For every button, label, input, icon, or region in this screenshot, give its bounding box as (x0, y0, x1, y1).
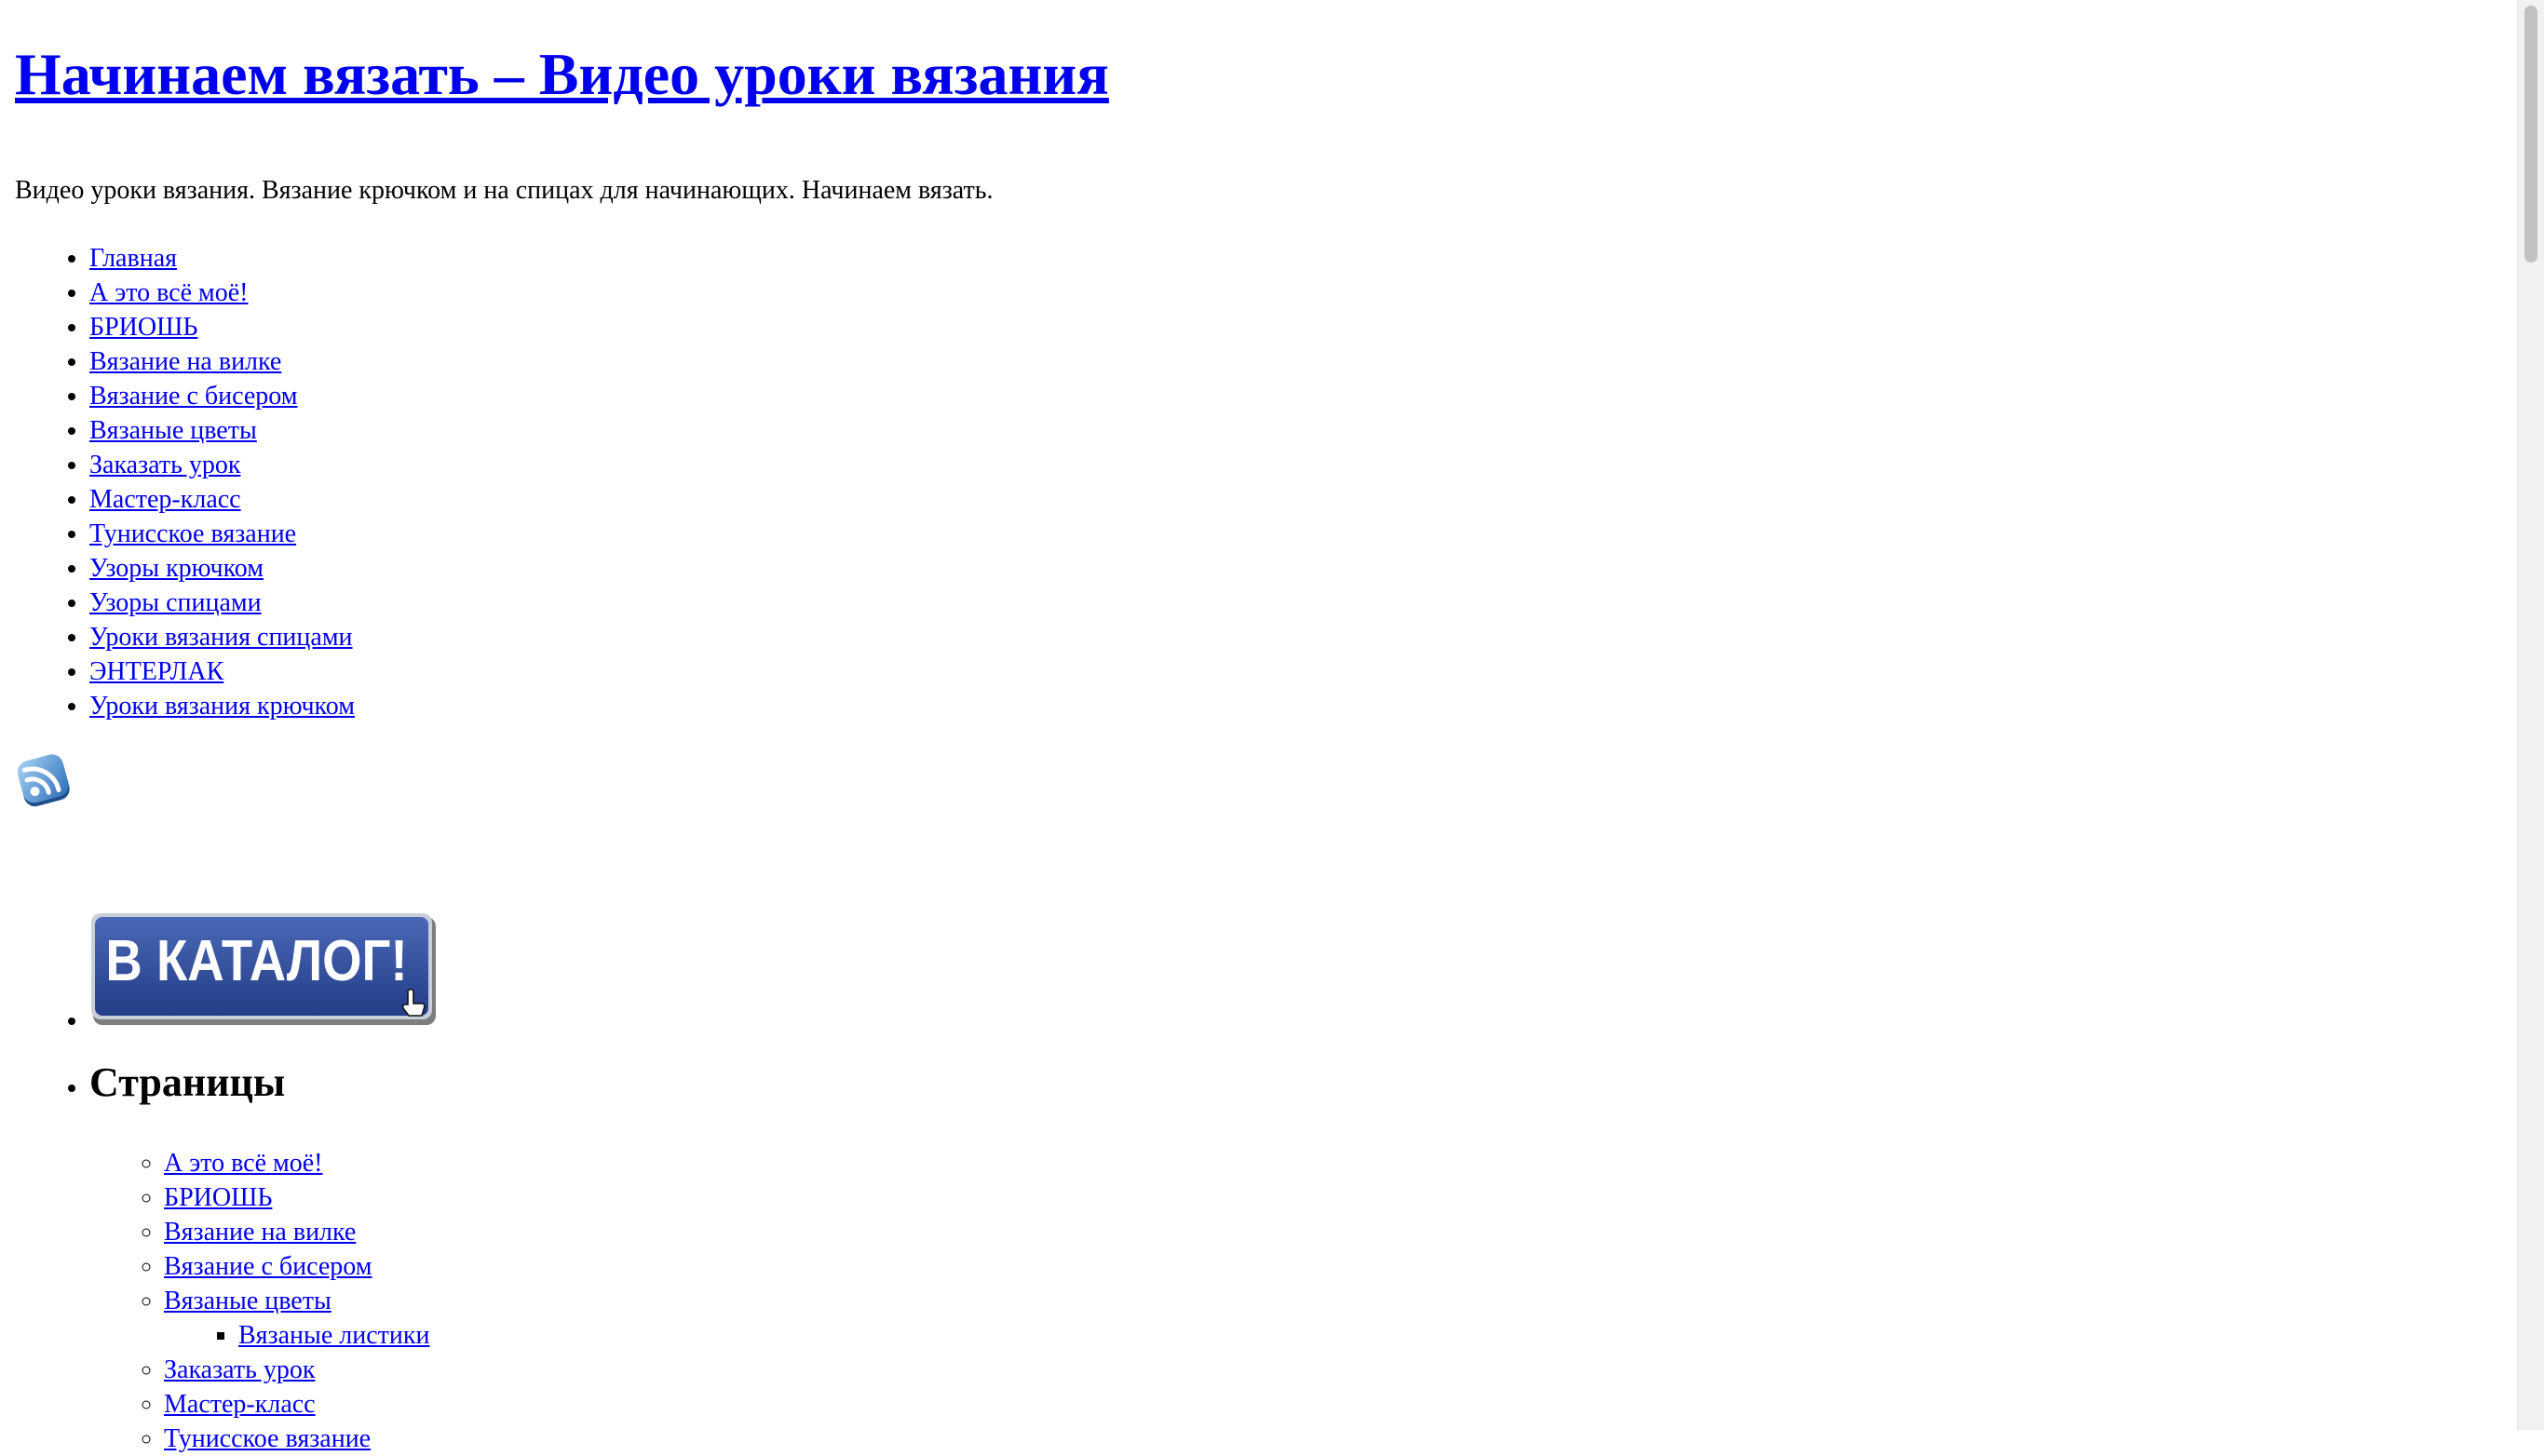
page-link-fork[interactable]: Вязание на вилке (164, 1218, 356, 1247)
list-item: А это всё моё! (164, 1146, 2510, 1180)
pages-list: А это всё моё! БРИОШЬ Вязание на вилке В… (89, 1146, 2510, 1456)
site-title: Начинаем вязать – Видео уроки вязания (15, 37, 2510, 112)
scrollbar-thumb[interactable] (2524, 6, 2537, 263)
pages-widget-title: Страницы (89, 1059, 286, 1105)
menu-link-flowers[interactable]: Вязаные цветы (89, 416, 257, 445)
menu-link-entrelac[interactable]: ЭНТЕРЛАК (89, 657, 223, 686)
list-item: Вязаные цветы Вязаные листики (164, 1284, 2510, 1353)
widget-pages: Страницы А это всё моё! БРИОШЬ Вязание н… (89, 1057, 2510, 1456)
list-item: Заказать урок (164, 1353, 2510, 1387)
catalog-banner-image: В КАТАЛОГ! (91, 913, 436, 1025)
menu-item: Вязаные цветы (89, 413, 2510, 448)
menu-item: БРИОШЬ (89, 310, 2510, 344)
menu-link-home[interactable]: Главная (89, 244, 177, 273)
menu-item: Заказать урок (89, 448, 2510, 482)
page-link-flowers[interactable]: Вязаные цветы (164, 1287, 332, 1315)
page-link-beads[interactable]: Вязание с бисером (164, 1252, 372, 1281)
menu-item: А это всё моё! (89, 276, 2510, 310)
sidebar-widgets: В КАТАЛОГ! Страницы А это всё моё! БРИОШ… (15, 829, 2510, 1456)
menu-link-brioche[interactable]: БРИОШЬ (89, 313, 197, 342)
vertical-scrollbar[interactable] (2517, 0, 2544, 1430)
rss-icon (17, 754, 70, 807)
list-item: Тунисское вязание (164, 1422, 2510, 1456)
menu-link-crochet-patterns[interactable]: Узоры крючком (89, 554, 264, 583)
page-link-my-works[interactable]: А это всё моё! (164, 1149, 323, 1178)
list-item: Вязание с бисером (164, 1249, 2510, 1284)
menu-link-tunisian[interactable]: Тунисское вязание (89, 519, 296, 548)
menu-link-order[interactable]: Заказать урок (89, 451, 240, 479)
menu-link-crochet-lessons[interactable]: Уроки вязания крючком (89, 692, 355, 721)
menu-link-knit-lessons[interactable]: Уроки вязания спицами (89, 623, 353, 652)
page-link-tunisian[interactable]: Тунисское вязание (164, 1424, 371, 1453)
pages-sublist: Вязаные листики (164, 1318, 2510, 1353)
menu-link-my-works[interactable]: А это всё моё! (89, 278, 249, 307)
menu-item: ЭНТЕРЛАК (89, 654, 2510, 689)
site-title-link[interactable]: Начинаем вязать – Видео уроки вязания (15, 41, 1109, 107)
menu-item: Узоры спицами (89, 586, 2510, 620)
menu-item: Уроки вязания крючком (89, 689, 2510, 723)
menu-link-knit-patterns[interactable]: Узоры спицами (89, 588, 262, 617)
menu-item: Узоры крючком (89, 551, 2510, 586)
list-item: Вязаные листики (238, 1318, 2510, 1353)
menu-link-fork[interactable]: Вязание на вилке (89, 347, 281, 376)
list-item: Мастер-класс (164, 1387, 2510, 1422)
widget-catalog: В КАТАЛОГ! (89, 829, 2510, 1029)
page-link-order[interactable]: Заказать урок (164, 1355, 315, 1384)
menu-item: Уроки вязания спицами (89, 620, 2510, 654)
rss-link[interactable] (15, 751, 74, 811)
list-item: БРИОШЬ (164, 1180, 2510, 1215)
page-link-masterclass[interactable]: Мастер-класс (164, 1390, 316, 1419)
menu-item: Вязание на вилке (89, 344, 2510, 379)
menu-item: Тунисское вязание (89, 517, 2510, 551)
menu-item: Главная (89, 241, 2510, 276)
page-link-leaves[interactable]: Вязаные листики (238, 1321, 429, 1350)
list-item: Вязание на вилке (164, 1215, 2510, 1249)
page: Начинаем вязать – Видео уроки вязания Ви… (15, 0, 2510, 1456)
menu-item: Вязание с бисером (89, 379, 2510, 413)
main-menu: Главная А это всё моё! БРИОШЬ Вязание на… (15, 241, 2510, 723)
site-description: Видео уроки вязания. Вязание крючком и н… (15, 176, 994, 205)
catalog-banner-label: В КАТАЛОГ! (105, 929, 407, 993)
menu-link-beads[interactable]: Вязание с бисером (89, 382, 297, 411)
menu-link-masterclass[interactable]: Мастер-класс (89, 485, 241, 514)
page-link-brioche[interactable]: БРИОШЬ (164, 1183, 272, 1212)
menu-item: Мастер-класс (89, 482, 2510, 517)
catalog-banner-button[interactable]: В КАТАЛОГ! (89, 911, 440, 1029)
